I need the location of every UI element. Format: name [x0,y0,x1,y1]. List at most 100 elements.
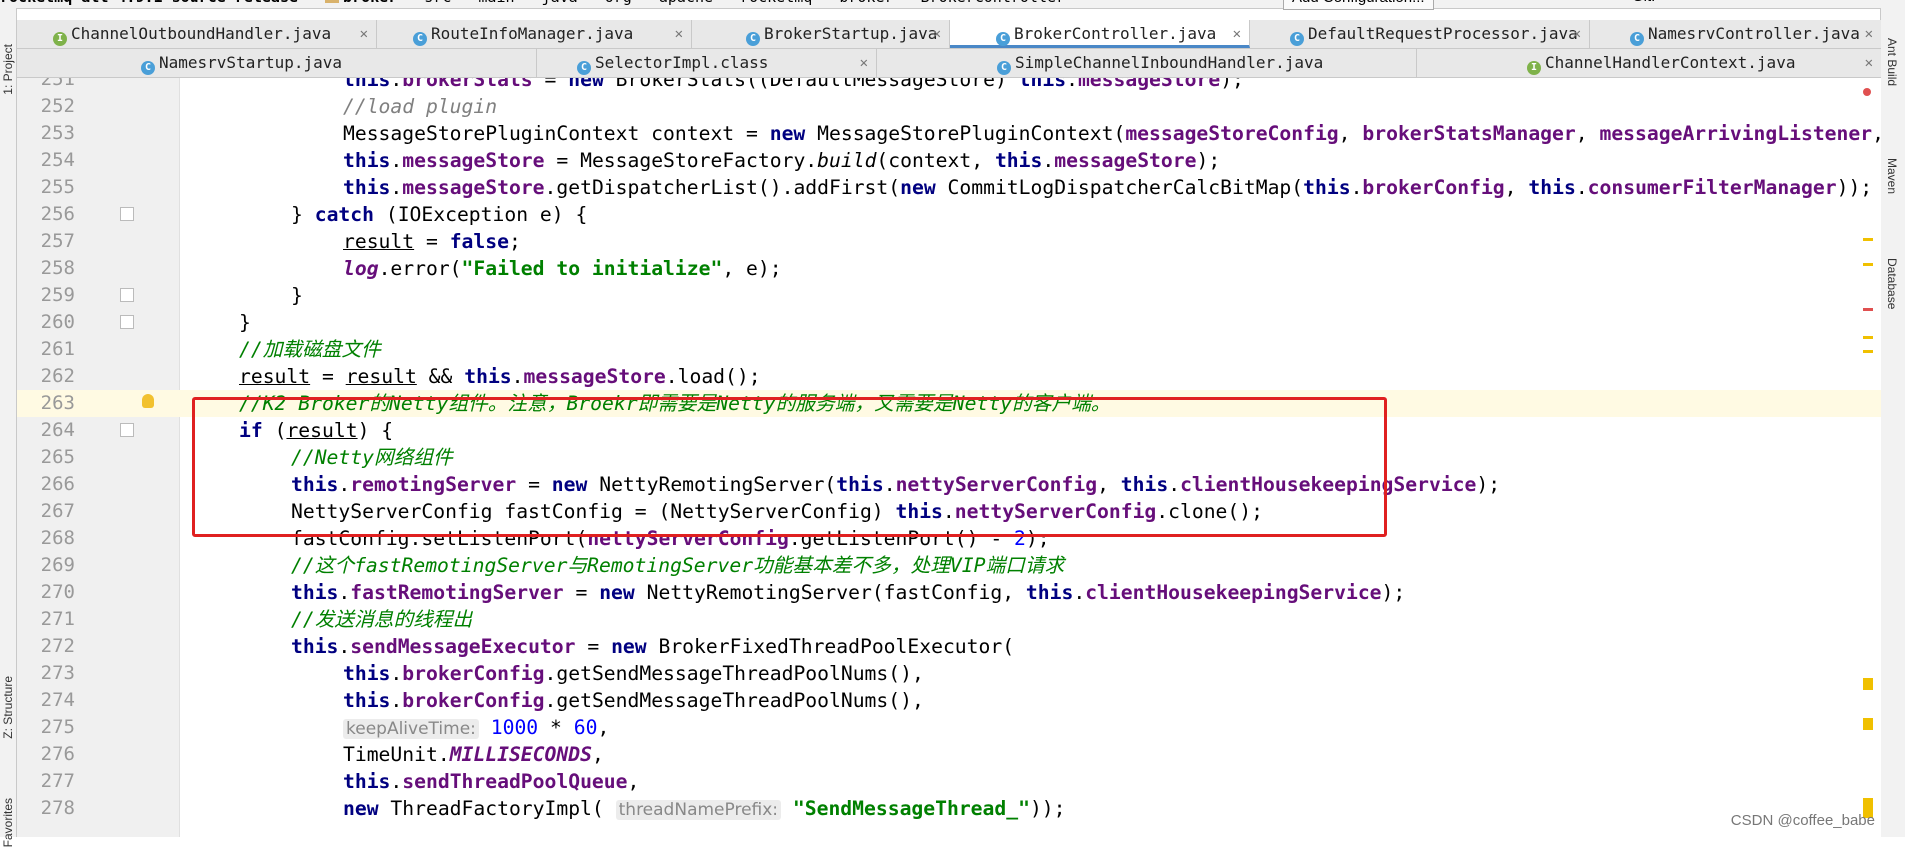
right-tool-strip: Ant Build Maven Database [1880,8,1905,837]
fold-icon[interactable] [120,288,134,302]
code-line[interactable]: 259} [17,282,1881,309]
breadcrumb-src[interactable]: src [424,0,451,8]
error-icon[interactable] [1863,88,1871,96]
class-icon: C [996,32,1010,46]
close-icon[interactable]: ✕ [860,49,868,77]
string-literal: "SendMessageThread_" [792,797,1030,820]
parameter-hint: threadNamePrefix: [615,800,782,820]
tab-broker-startup[interactable]: C BrokerStartup.java ✕ [692,20,950,48]
code-line[interactable]: 275 keepAliveTime: 1000 * 60, [17,714,1881,741]
breadcrumb-org[interactable]: org [605,0,632,8]
warning-stripe-mark[interactable] [1863,238,1873,241]
tab-selector-impl[interactable]: C SelectorImpl.class ✕ [537,49,877,77]
line-number: 268 [40,527,75,549]
tab-label: DefaultRequestProcessor.java [1308,24,1578,43]
code-comment: //加载磁盘文件 [239,338,381,361]
code-line[interactable]: 256} catch (IOException e) { [17,201,1881,228]
code-line[interactable]: 278 new ThreadFactoryImpl( threadNamePref… [17,795,1881,822]
maven-tool-button[interactable]: Maven [1885,158,1899,194]
fold-icon[interactable] [120,315,134,329]
tab-channel-outbound-handler[interactable]: I ChannelOutboundHandler.java ✕ [17,20,377,48]
close-icon[interactable]: ✕ [1573,20,1581,48]
breadcrumb-module[interactable]: broker [325,0,397,8]
code-line[interactable]: 255 this.messageStore.getDispatcherList()… [17,174,1881,201]
class-icon: C [141,61,155,75]
code-line[interactable]: 267 NettyServerConfig fastConfig = (Netty… [17,498,1881,525]
tab-namesrv-startup[interactable]: C NamesrvStartup.java [17,49,537,77]
code-line[interactable]: 265 //Netty网络组件 [17,444,1881,471]
interface-icon: I [53,32,67,46]
code-line[interactable]: 269 //这个fastRemotingServer与RemotingServer… [17,552,1881,579]
project-tool-button[interactable]: 1: Project [1,44,15,95]
database-tool-button[interactable]: Database [1885,258,1899,309]
breadcrumb-java[interactable]: java [542,0,578,8]
breadcrumb-class[interactable]: BrokerController [921,0,1066,8]
line-number: 261 [40,338,75,360]
class-icon: C [577,61,591,75]
close-icon[interactable]: ✕ [675,20,683,48]
line-number: 252 [40,95,75,117]
code-line[interactable]: 276 TimeUnit.MILLISECONDS, [17,741,1881,768]
tab-channel-handler-context[interactable]: I ChannelHandlerContext.java ✕ [1417,49,1881,77]
interface-icon: I [1527,61,1541,75]
code-line[interactable]: 266 this.remotingServer = new NettyRemoti… [17,471,1881,498]
warning-stripe-mark[interactable] [1863,350,1873,353]
fold-icon[interactable] [120,207,134,221]
structure-tool-button[interactable]: Z: Structure [1,676,15,739]
code-line[interactable]: 257 result = false; [17,228,1881,255]
tab-label: ChannelHandlerContext.java [1545,53,1796,72]
code-comment: //load plugin [343,95,498,118]
code-comment: //K2 Broker的Netty组件。注意，Broekr即需要是Netty的服… [239,392,1111,415]
ant-build-tool-button[interactable]: Ant Build [1885,38,1899,86]
close-icon[interactable]: ✕ [1233,20,1241,48]
breadcrumb-module-label: broker [343,0,397,6]
close-icon[interactable]: ✕ [360,20,368,48]
tab-default-request-processor[interactable]: C DefaultRequestProcessor.java ✕ [1250,20,1590,48]
code-line[interactable]: 254 this.messageStore = MessageStoreFacto… [17,147,1881,174]
favorites-tool-button[interactable]: Favorites [1,798,15,847]
run-configuration-dropdown[interactable]: Add Configuration... [1283,0,1434,10]
breadcrumb-project[interactable]: rocketmq-all-4.9.1-source-release [0,0,298,8]
warning-stripe-mark[interactable] [1863,678,1873,690]
code-line[interactable]: 262 result = result && this.messageStore.… [17,363,1881,390]
code-line[interactable]: 270 this.fastRemotingServer = new NettyRe… [17,579,1881,606]
error-stripe-mark[interactable] [1863,308,1873,311]
line-number: 276 [40,743,75,765]
breadcrumb-apache[interactable]: apache [659,0,713,8]
code-line[interactable]: 274 this.brokerConfig.getSendMessageThrea… [17,687,1881,714]
line-number: 262 [40,365,75,387]
warning-stripe-mark[interactable] [1863,263,1873,266]
code-line[interactable]: 268 fastConfig.setListenPort(nettyServerC… [17,525,1881,552]
code-line[interactable]: 260} [17,309,1881,336]
breadcrumb-rocketmq[interactable]: rocketmq [740,0,812,8]
breadcrumb-main[interactable]: main [478,0,514,8]
close-icon[interactable]: ✕ [1865,49,1873,77]
code-line[interactable]: 271 //发送消息的线程出 [17,606,1881,633]
tab-namesrv-controller[interactable]: C NamesrvController.java ✕ [1590,20,1881,48]
code-line[interactable]: 261 //加载磁盘文件 [17,336,1881,363]
warning-stripe-mark[interactable] [1863,336,1873,339]
code-editor[interactable]: 251 this.brokerStats = new BrokerStats((D… [17,78,1881,837]
tab-label: BrokerController.java [1014,24,1217,43]
code-line-current[interactable]: 263 //K2 Broker的Netty组件。注意，Broekr即需要是Nett… [17,390,1881,417]
close-icon[interactable]: ✕ [933,20,941,48]
tab-route-info-manager[interactable]: C RouteInfoManager.java ✕ [377,20,692,48]
code-line[interactable]: 277 this.sendThreadPoolQueue, [17,768,1881,795]
fold-icon[interactable] [120,423,134,437]
lightbulb-icon[interactable] [142,394,154,408]
code-line[interactable]: 252 //load plugin [17,93,1881,120]
code-line[interactable]: 264 if (result) { [17,417,1881,444]
breadcrumb-broker[interactable]: broker [839,0,893,8]
line-number: 257 [40,230,75,252]
code-line[interactable]: 251 this.brokerStats = new BrokerStats((D… [17,78,1881,93]
line-number: 255 [40,176,75,198]
warning-stripe-mark[interactable] [1863,718,1873,730]
code-line[interactable]: 258 log.error("Failed to initialize", e); [17,255,1881,282]
code-line[interactable]: 253 MessageStorePluginContext context = n… [17,120,1881,147]
close-icon[interactable]: ✕ [1865,20,1873,48]
tab-simple-channel-inbound-handler[interactable]: C SimpleChannelInboundHandler.java [877,49,1417,77]
code-line[interactable]: 272 this.sendMessageExecutor = new Broker… [17,633,1881,660]
tab-broker-controller[interactable]: C BrokerController.java ✕ [950,20,1250,48]
code-comment: //这个fastRemotingServer与RemotingServer功能基… [291,554,1065,577]
code-line[interactable]: 273 this.brokerConfig.getSendMessageThrea… [17,660,1881,687]
